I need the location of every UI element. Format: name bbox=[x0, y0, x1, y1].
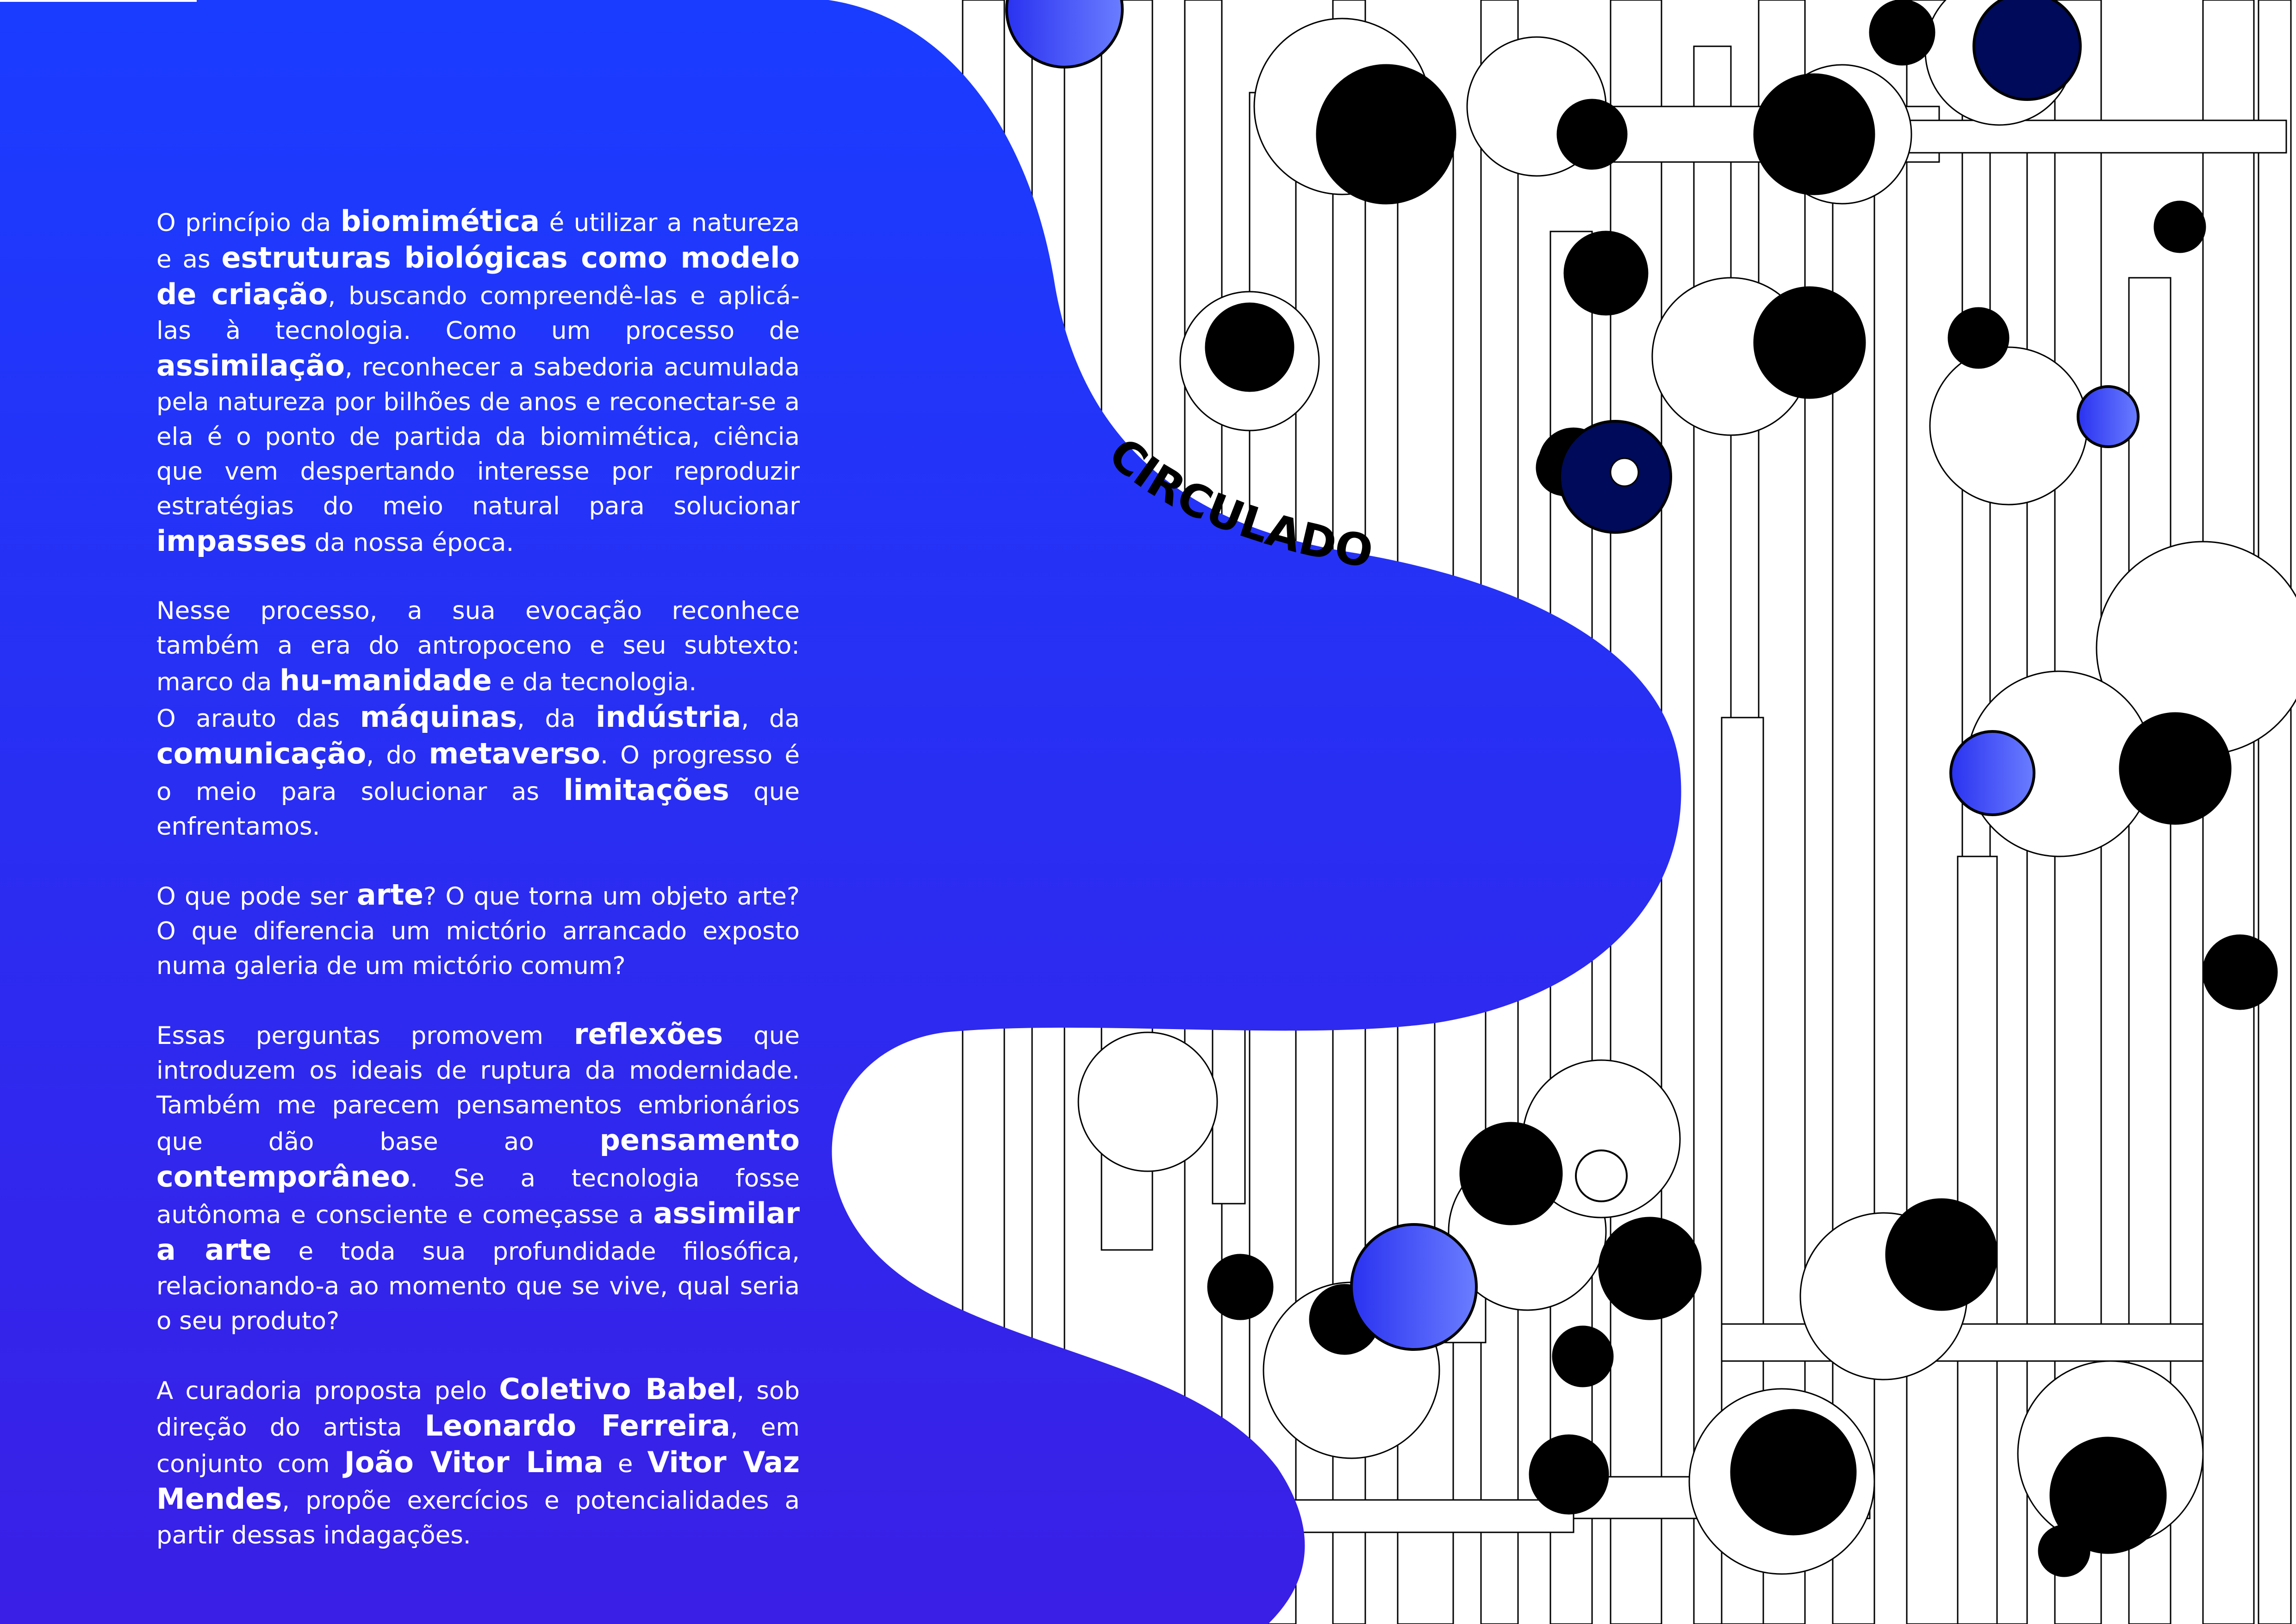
paragraph-6: A curadoria proposta pelo Coletivo Babel… bbox=[156, 1372, 800, 1553]
bold-term: João Vitor Lima bbox=[344, 1445, 604, 1479]
paragraph-3: O arauto das máquinas, da indústria, da … bbox=[156, 700, 800, 844]
bold-term: limitações bbox=[563, 773, 729, 807]
pipe-rod bbox=[1906, 0, 1963, 1624]
pipe-opening bbox=[1207, 1254, 1274, 1320]
text-run: A curadoria proposta pelo bbox=[156, 1377, 499, 1405]
pipe-end-cap bbox=[1575, 1149, 1628, 1202]
text-run: , da bbox=[517, 705, 596, 733]
pipe-opening bbox=[2038, 1524, 2091, 1577]
pipe-rod bbox=[1758, 0, 1806, 1624]
pipe-opening bbox=[1205, 302, 1294, 392]
pipe-opening bbox=[1753, 73, 1875, 195]
pipe-opening bbox=[1316, 64, 1456, 205]
bold-term: biomimética bbox=[340, 204, 540, 238]
pipe-opening bbox=[1753, 286, 1866, 399]
text-run: da nossa época. bbox=[306, 529, 514, 557]
pipe-opening bbox=[1529, 1434, 1609, 1515]
pipe-opening bbox=[1869, 0, 1935, 66]
pipe-opening-blue bbox=[1350, 1223, 1478, 1351]
pipe-rod bbox=[2258, 0, 2292, 1624]
text-run: O arauto das bbox=[156, 705, 360, 733]
pipe-joint bbox=[1077, 1031, 1218, 1172]
bold-term: hu-manidade bbox=[280, 663, 492, 697]
body-text-column: O princípio da biomimética é utilizar a … bbox=[156, 204, 800, 1586]
pipe-opening bbox=[1552, 1325, 1614, 1387]
bold-term: comunicação bbox=[156, 737, 367, 770]
pipe-opening bbox=[1598, 1217, 1702, 1320]
text-run: , da bbox=[741, 705, 800, 733]
pipe-opening bbox=[2202, 934, 2278, 1010]
text-run: e bbox=[603, 1450, 647, 1478]
bold-term: máquinas bbox=[360, 700, 517, 734]
text-run: O que pode ser bbox=[156, 882, 357, 911]
paragraph-1: O princípio da biomimética é utilizar a … bbox=[156, 204, 800, 560]
pipe-rod-horizontal bbox=[1878, 119, 2287, 154]
text-run: Essas perguntas promovem bbox=[156, 1022, 574, 1050]
bold-term: indústria bbox=[596, 700, 741, 734]
pipe-opening bbox=[1563, 231, 1649, 316]
pipe-opening bbox=[1948, 307, 2010, 369]
pipe-opening-blue bbox=[2077, 385, 2140, 448]
pipe-joint bbox=[1929, 346, 2088, 506]
bold-term: arte bbox=[356, 878, 424, 912]
pipe-end-cap bbox=[1610, 457, 1639, 487]
bold-term: assimilação bbox=[156, 349, 345, 382]
pipe-rod-horizontal bbox=[1258, 1499, 1574, 1533]
paragraph-2: Nesse processo, a sua evocação reconhece… bbox=[156, 593, 800, 700]
pipe-opening-navy bbox=[1972, 0, 2082, 101]
bold-term: impasses bbox=[156, 524, 307, 558]
pipe-opening-blue bbox=[1949, 730, 2035, 816]
text-run: e da tecnologia. bbox=[492, 668, 697, 696]
text-run: O princípio da bbox=[156, 209, 341, 237]
pipe-opening bbox=[1885, 1198, 1998, 1311]
bold-term: reflexões bbox=[573, 1017, 723, 1051]
pipe-opening bbox=[1459, 1122, 1563, 1225]
paragraph-5: Essas perguntas promovem reflexões que i… bbox=[156, 1017, 800, 1338]
paragraph-4: O que pode ser arte? O que torna um obje… bbox=[156, 877, 800, 983]
pipe-opening bbox=[1556, 99, 1628, 170]
pipe-opening bbox=[1730, 1409, 1857, 1536]
text-run: , do bbox=[366, 741, 429, 769]
pipe-opening bbox=[2119, 712, 2232, 825]
top-rule bbox=[0, 0, 197, 2]
pipe-opening bbox=[2153, 200, 2206, 253]
pipe-rod-horizontal bbox=[1721, 1323, 2204, 1362]
bold-term: Coletivo Babel bbox=[499, 1372, 737, 1406]
bold-term: metaverso bbox=[429, 737, 601, 770]
bold-term: Leonardo Ferreira bbox=[424, 1409, 730, 1443]
